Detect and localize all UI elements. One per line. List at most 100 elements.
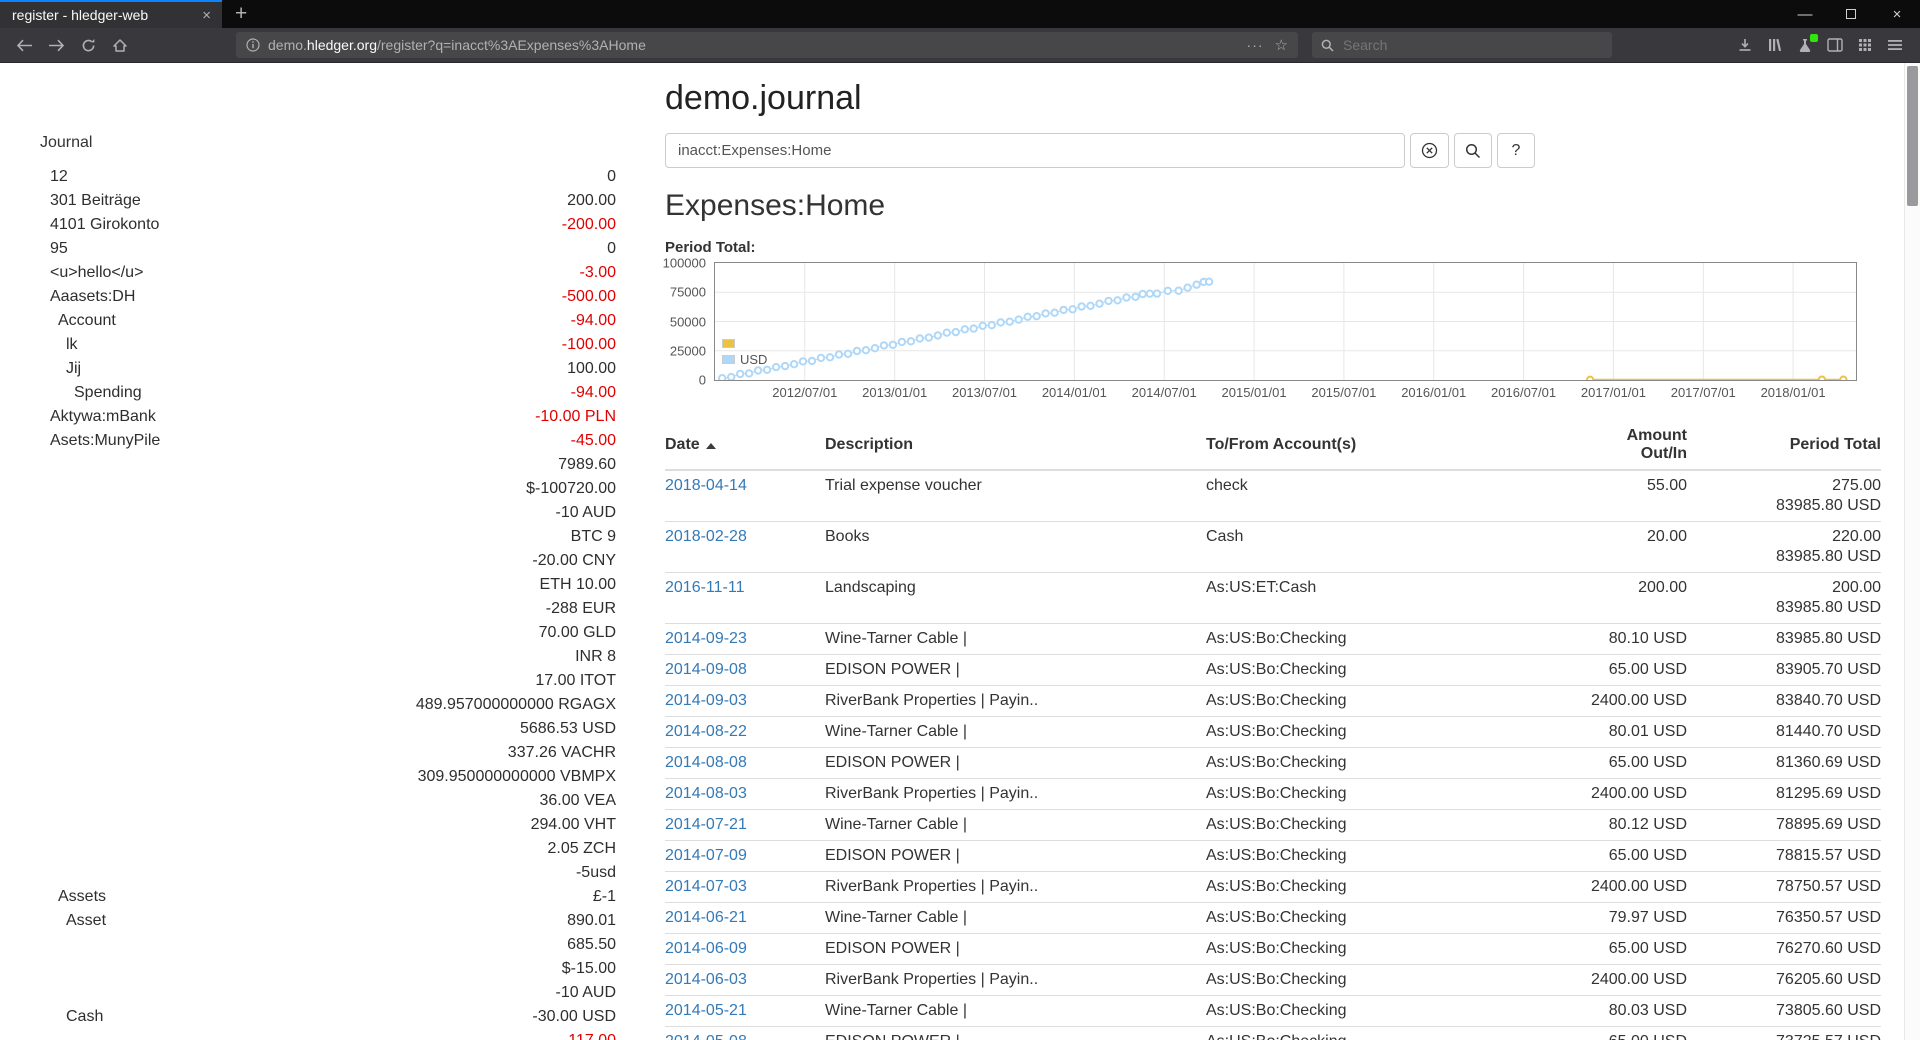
submit-search-button[interactable] bbox=[1454, 133, 1492, 168]
transaction-date-link[interactable]: 2014-09-08 bbox=[665, 661, 747, 678]
page-actions-icon[interactable]: ··· bbox=[1247, 37, 1264, 53]
library-button[interactable] bbox=[1760, 28, 1790, 63]
transaction-date-link[interactable]: 2014-05-08 bbox=[665, 1033, 747, 1040]
register-row: 2014-08-22 Wine-Tarner Cable |As:US:Bo:Ch… bbox=[665, 717, 1881, 748]
transaction-date-link[interactable]: 2016-11-11 bbox=[665, 579, 744, 596]
tab-close-icon[interactable]: × bbox=[197, 7, 216, 24]
sidebar-account-link[interactable]: Assets bbox=[40, 885, 106, 909]
period-total-line: 76205.60 USD bbox=[1687, 970, 1881, 990]
sidebar-account-link[interactable]: Aaasets:DH bbox=[40, 285, 135, 309]
help-button[interactable]: ? bbox=[1497, 133, 1535, 168]
transaction-date-link[interactable]: 2014-08-22 bbox=[665, 723, 747, 740]
window-minimize-button[interactable]: — bbox=[1782, 0, 1828, 28]
url-domain: hledger.org bbox=[307, 37, 377, 53]
sidebar-account-link[interactable]: Aktywa:mBank bbox=[40, 405, 156, 429]
transaction-date-link[interactable]: 2014-07-03 bbox=[665, 878, 747, 895]
sidebar-row: Jij100.00 bbox=[40, 357, 616, 381]
transaction-description: Books bbox=[825, 522, 1206, 573]
column-header-period-total: Period Total bbox=[1687, 427, 1881, 470]
x-axis-tick-label: 2017/07/01 bbox=[1671, 385, 1736, 400]
transaction-date-cell: 2014-06-03 bbox=[665, 965, 825, 996]
sidebar-account-link[interactable]: 95 bbox=[40, 237, 68, 261]
sidebar-row: -20.00 CNY bbox=[40, 549, 616, 573]
sidebar-account-link[interactable]: 12 bbox=[40, 165, 68, 189]
url-bar[interactable]: demo.hledger.org/register?q=inacct%3AExp… bbox=[236, 32, 1298, 58]
clear-query-button[interactable] bbox=[1410, 133, 1449, 168]
browser-tab[interactable]: register - hledger-web × bbox=[0, 0, 222, 28]
sidebar-account-link[interactable]: Asets:MunyPile bbox=[40, 429, 160, 453]
transaction-account: As:US:Bo:Checking bbox=[1206, 717, 1580, 748]
transaction-date-link[interactable]: 2018-02-28 bbox=[665, 528, 747, 545]
query-input[interactable] bbox=[665, 133, 1405, 168]
window-close-button[interactable]: × bbox=[1874, 0, 1920, 28]
transaction-description: Trial expense voucher bbox=[825, 470, 1206, 522]
transaction-date-link[interactable]: 2014-08-08 bbox=[665, 754, 747, 771]
sidebar-account-link[interactable]: 301 Beiträge bbox=[40, 189, 141, 213]
transaction-date-link[interactable]: 2014-06-09 bbox=[665, 940, 747, 957]
sidebar-row: 294.00 VHT bbox=[40, 813, 616, 837]
x-axis-tick-label: 2014/01/01 bbox=[1042, 385, 1107, 400]
column-header-date[interactable]: Date bbox=[665, 427, 825, 470]
transaction-date-link[interactable]: 2014-08-03 bbox=[665, 785, 747, 802]
register-tbody: 2018-04-14Trial expense vouchercheck55.0… bbox=[665, 470, 1881, 1040]
maximize-icon bbox=[1846, 9, 1856, 19]
sidebar-account-balance: 5686.53 USD bbox=[520, 717, 616, 741]
forward-arrow-icon bbox=[48, 39, 65, 52]
sidebar-account-balance: 489.957000000000 RGAGX bbox=[416, 693, 616, 717]
transaction-date-link[interactable]: 2018-04-14 bbox=[665, 477, 747, 494]
transaction-amount: 55.00 bbox=[1580, 470, 1687, 522]
transaction-amount: 80.12 USD bbox=[1580, 810, 1687, 841]
sidebar-row: 2.05 ZCH bbox=[40, 837, 616, 861]
transaction-date-link[interactable]: 2014-06-21 bbox=[665, 909, 747, 926]
transaction-description: Wine-Tarner Cable | bbox=[825, 903, 1206, 934]
period-total-line: 78750.57 USD bbox=[1687, 877, 1881, 897]
chart-title: Period Total: bbox=[665, 239, 1881, 256]
grid-menu-button[interactable] bbox=[1850, 28, 1880, 63]
transaction-description: EDISON POWER | bbox=[825, 655, 1206, 686]
new-tab-button[interactable]: + bbox=[222, 0, 260, 28]
browser-search-input[interactable] bbox=[1341, 36, 1603, 54]
sidebar-account-balance: -200.00 bbox=[562, 213, 616, 237]
sidebar-account-link[interactable]: Spending bbox=[40, 381, 142, 405]
sidebar-account-link[interactable]: Account bbox=[40, 309, 116, 333]
menu-button[interactable] bbox=[1880, 28, 1910, 63]
reload-button[interactable] bbox=[72, 28, 104, 63]
transaction-account: As:US:Bo:Checking bbox=[1206, 686, 1580, 717]
transaction-date-link[interactable]: 2014-05-21 bbox=[665, 1002, 747, 1019]
transaction-period-total: 81440.70 USD bbox=[1687, 717, 1881, 748]
extension-button[interactable] bbox=[1790, 28, 1820, 63]
sidebar-account-link[interactable]: Cash bbox=[40, 1005, 103, 1029]
back-button[interactable] bbox=[8, 28, 40, 63]
downloads-button[interactable] bbox=[1730, 28, 1760, 63]
period-total-line: 83985.80 USD bbox=[1687, 629, 1881, 649]
reload-icon bbox=[81, 38, 96, 53]
sidebar-account-link[interactable]: <u>hello</u> bbox=[40, 261, 143, 285]
site-info-icon[interactable] bbox=[246, 38, 260, 52]
sidebars-button[interactable] bbox=[1820, 28, 1850, 63]
transaction-account: As:US:Bo:Checking bbox=[1206, 810, 1580, 841]
transaction-date-link[interactable]: 2014-09-03 bbox=[665, 692, 747, 709]
sidebar-account-balance: BTC 9 bbox=[571, 525, 616, 549]
register-row: 2014-05-21Wine-Tarner Cable |As:US:Bo:Ch… bbox=[665, 996, 1881, 1027]
transaction-date-link[interactable]: 2014-07-09 bbox=[665, 847, 747, 864]
sidebar-account-link[interactable]: Asset bbox=[40, 909, 106, 933]
transaction-date-link[interactable]: 2014-06-03 bbox=[665, 971, 747, 988]
transaction-date-link[interactable]: 2014-09-23 bbox=[665, 630, 747, 647]
transaction-account: As:US:Bo:Checking bbox=[1206, 965, 1580, 996]
sidebar-account-balance: 890.01 bbox=[567, 909, 616, 933]
sidebar-account-link[interactable]: lk bbox=[40, 333, 78, 357]
page-scrollbar[interactable] bbox=[1904, 63, 1920, 1040]
transaction-description: Wine-Tarner Cable | bbox=[825, 717, 1206, 748]
sidebar-account-link[interactable]: Jij bbox=[40, 357, 81, 381]
register-row: 2014-06-03RiverBank Properties | Payin..… bbox=[665, 965, 1881, 996]
transaction-date-link[interactable]: 2014-07-21 bbox=[665, 816, 747, 833]
sidebar-account-link[interactable]: 4101 Girokonto bbox=[40, 213, 159, 237]
browser-search-bar[interactable] bbox=[1312, 32, 1612, 58]
home-button[interactable] bbox=[104, 28, 136, 63]
sidebar-journal-link[interactable]: Journal bbox=[40, 133, 616, 153]
scrollbar-thumb[interactable] bbox=[1907, 66, 1918, 206]
window-maximize-button[interactable] bbox=[1828, 0, 1874, 28]
sidebar-row: lk-100.00 bbox=[40, 333, 616, 357]
bookmark-star-icon[interactable]: ☆ bbox=[1275, 36, 1288, 54]
forward-button[interactable] bbox=[40, 28, 72, 63]
